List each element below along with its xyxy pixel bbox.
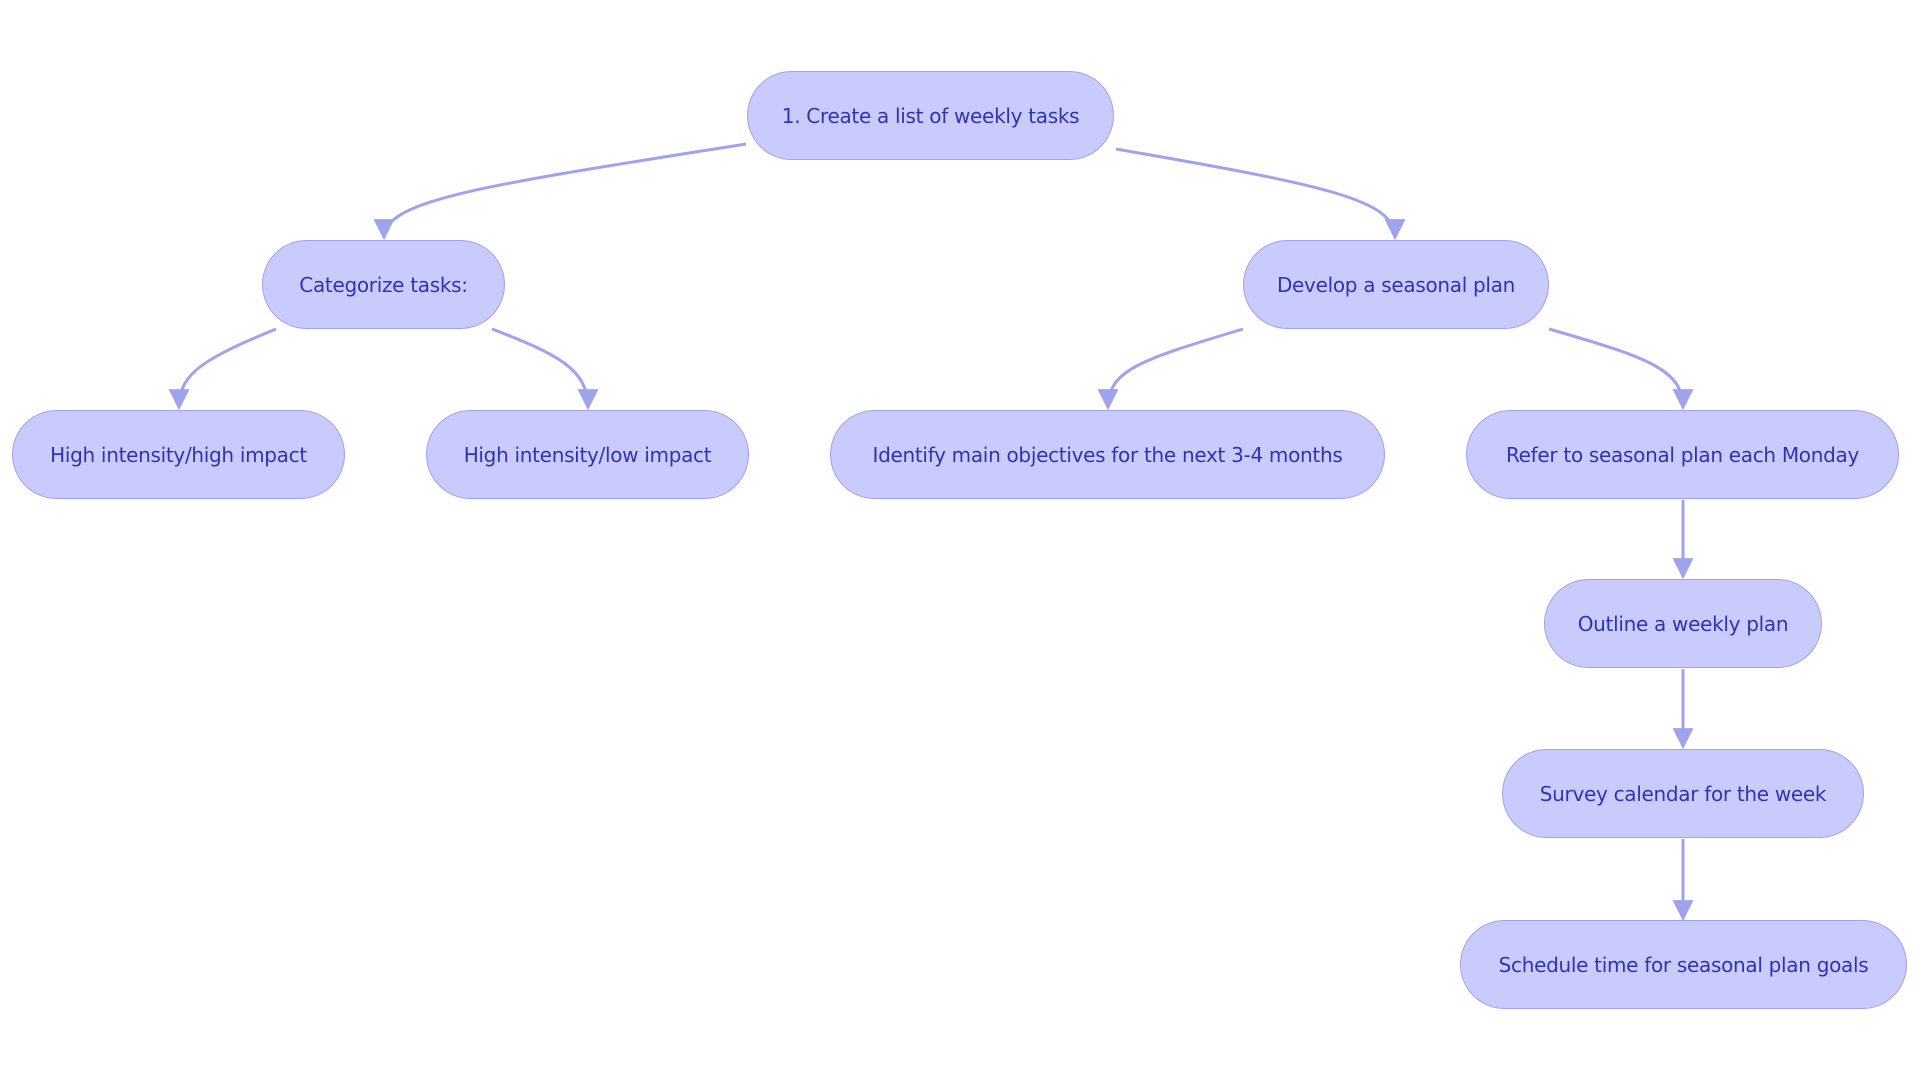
edge-develop-refer: [1548, 327, 1694, 411]
edge-categorize-high-high: [168, 327, 277, 411]
node-survey: Survey calendar for the week: [1502, 749, 1864, 838]
node-root: 1. Create a list of weekly tasks: [747, 71, 1114, 160]
edge-develop-identify: [1097, 327, 1244, 411]
edge-categorize-high-low: [491, 327, 599, 411]
edge-root-develop: [1115, 147, 1406, 241]
node-categorize: Categorize tasks:: [262, 240, 505, 329]
node-outline: Outline a weekly plan: [1544, 579, 1822, 668]
node-high-low: High intensity/low impact: [426, 410, 749, 499]
node-high-high: High intensity/high impact: [12, 410, 345, 499]
node-schedule: Schedule time for seasonal plan goals: [1460, 920, 1907, 1009]
node-develop: Develop a seasonal plan: [1243, 240, 1549, 329]
edges-layer: [168, 142, 1694, 922]
node-identify: Identify main objectives for the next 3-…: [830, 410, 1385, 499]
node-refer: Refer to seasonal plan each Monday: [1466, 410, 1899, 499]
edge-root-categorize: [373, 142, 747, 241]
